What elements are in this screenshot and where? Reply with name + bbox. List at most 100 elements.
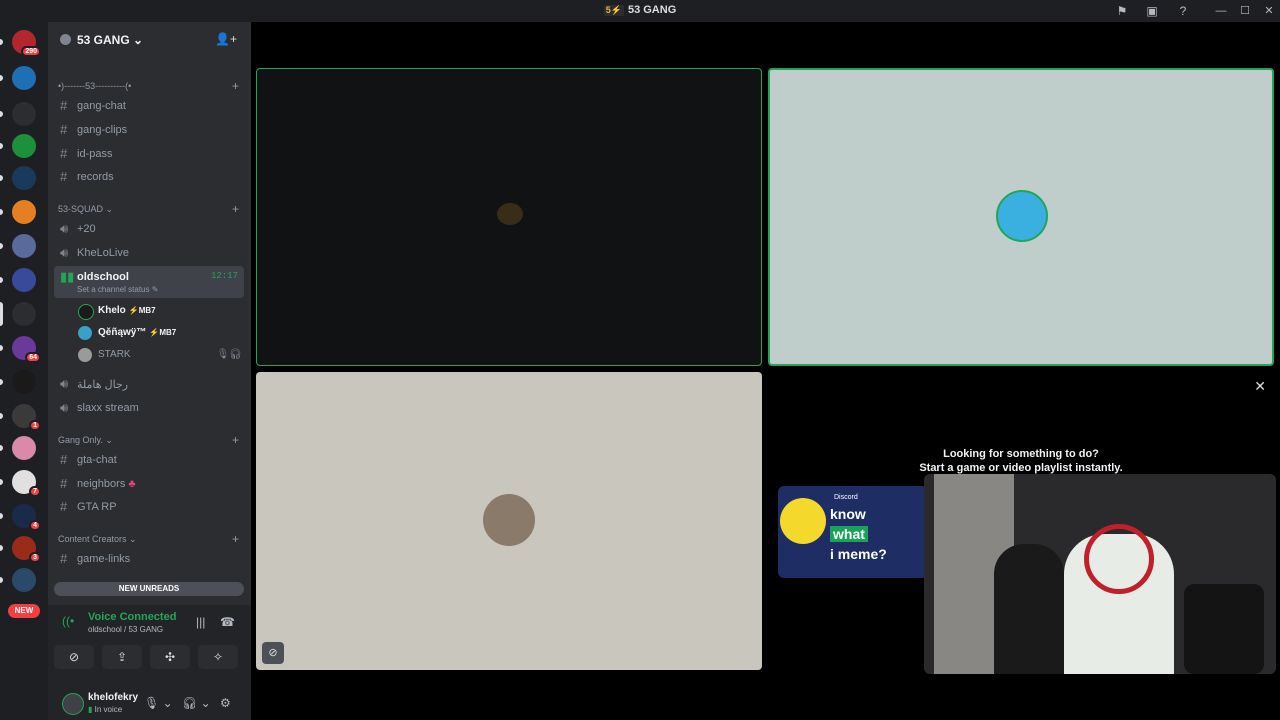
avatar[interactable]: [62, 693, 84, 715]
inbox-icon[interactable]: ▣: [1144, 3, 1160, 19]
channel-plus20[interactable]: 🔊︎ +20: [54, 218, 244, 240]
hash-icon: #: [60, 169, 68, 184]
unread-badge: 290: [21, 46, 41, 57]
close-icon[interactable]: ✕: [1254, 378, 1266, 395]
channel-rigal[interactable]: 🔊︎ رجال هاملة: [54, 373, 244, 395]
server-icon[interactable]: 3: [12, 536, 41, 563]
server-icon[interactable]: 64: [12, 336, 41, 363]
gear-icon[interactable]: ⚙: [220, 696, 231, 710]
channel-gang-chat[interactable]: # gang-chat: [54, 95, 244, 117]
voice-user[interactable]: STARK 🎙︎🎧︎: [78, 346, 248, 366]
channel-slaxx-stream[interactable]: 🔊︎ slaxx stream: [54, 397, 244, 419]
channel-game-links[interactable]: # game-links: [54, 548, 244, 570]
server-header[interactable]: 53 GANG ⌄ 👤+: [48, 22, 251, 58]
channel-gta-rp[interactable]: # GTA RP: [54, 496, 244, 518]
server-icon[interactable]: [12, 166, 36, 190]
new-pill[interactable]: NEW: [8, 604, 40, 618]
unread-indicator: [0, 379, 3, 385]
voice-user-name: Qěñąwÿ™ ⚡MB7: [98, 327, 177, 338]
soundboard-button[interactable]: ✧: [198, 645, 238, 669]
flag-icon[interactable]: ⚑: [1114, 3, 1130, 19]
help-icon[interactable]: ?: [1175, 3, 1191, 19]
unread-indicator: [0, 111, 3, 117]
video-tile[interactable]: ⊘: [256, 372, 762, 670]
server-icon[interactable]: 7: [12, 470, 41, 497]
video-tile[interactable]: [768, 68, 1274, 366]
server-icon[interactable]: [12, 200, 36, 224]
channel-sidebar: 53 GANG ⌄ 👤+ •)-------53----------(• + #…: [48, 22, 251, 720]
user-status: ▮ In voice: [88, 705, 123, 714]
headset-icon: [1084, 524, 1154, 594]
unread-indicator: [0, 143, 3, 149]
unread-indicator: [0, 413, 3, 419]
game-card[interactable]: Discord know what i meme?: [778, 486, 928, 578]
screen-share-button[interactable]: ⇪: [102, 645, 142, 669]
person-figure: [994, 544, 1064, 674]
channel-oldschool[interactable]: ▮▮ oldschool Set a channel status ✎ 12:1…: [54, 266, 244, 298]
microphone-icon[interactable]: 🎙︎ ⌄: [144, 696, 173, 710]
channel-gang-clips[interactable]: # gang-clips: [54, 119, 244, 141]
unread-indicator: [0, 479, 3, 485]
channel-khelolive[interactable]: 🔊︎ KheLoLive: [54, 242, 244, 264]
invite-icon[interactable]: 👤+: [215, 32, 237, 46]
server-name[interactable]: 53 GANG ⌄: [77, 33, 143, 47]
hash-icon: #: [60, 499, 68, 514]
minimize-button[interactable]: —: [1213, 3, 1229, 19]
add-channel-icon[interactable]: +: [232, 532, 239, 546]
server-icon[interactable]: [12, 568, 36, 592]
voice-user[interactable]: Khelo ⚡MB7: [78, 302, 248, 322]
unread-indicator: [0, 577, 3, 583]
activity-button[interactable]: ✣: [150, 645, 190, 669]
server-icon[interactable]: 1: [12, 404, 41, 431]
channel-gta-chat[interactable]: # gta-chat: [54, 449, 244, 471]
server-icon[interactable]: [12, 302, 36, 326]
voice-user-name: Khelo ⚡MB7: [98, 305, 156, 316]
unread-badge: 1: [29, 420, 41, 431]
channel-neighbors[interactable]: # neighbors ♣: [54, 473, 244, 495]
new-unreads-banner[interactable]: NEW UNREADS: [54, 582, 244, 596]
discord-brand: Discord: [834, 494, 858, 501]
server-icon[interactable]: 4: [12, 504, 41, 531]
signal-icon[interactable]: ((•: [62, 614, 74, 628]
server-icon[interactable]: 290: [12, 30, 41, 57]
unread-indicator: [0, 277, 3, 283]
activity-subtitle: Start a game or video playlist instantly…: [919, 462, 1123, 474]
server-icon[interactable]: [12, 234, 36, 258]
server-icon[interactable]: [12, 436, 36, 460]
category-header[interactable]: Content Creators ⌄: [58, 534, 137, 545]
server-icon[interactable]: [12, 268, 36, 292]
channel-records[interactable]: # records: [54, 166, 244, 188]
game-title-word: i meme?: [830, 546, 887, 562]
unread-badge: 7: [29, 486, 41, 497]
server-logo-icon: [60, 34, 71, 45]
add-channel-icon[interactable]: +: [232, 202, 239, 216]
headphones-icon[interactable]: 🎧︎ ⌄: [182, 696, 211, 710]
unread-indicator: [0, 39, 3, 45]
voice-location[interactable]: oldschool / 53 GANG: [88, 625, 163, 634]
mute-icon[interactable]: ⊘: [262, 642, 284, 664]
voice-user[interactable]: Qěñąwÿ™ ⚡MB7: [78, 324, 248, 344]
add-channel-icon[interactable]: +: [232, 433, 239, 447]
server-icon[interactable]: [12, 370, 36, 394]
deafen-icon: 🎙︎🎧︎: [216, 349, 242, 360]
avatar: [483, 494, 535, 546]
channel-status[interactable]: Set a channel status ✎: [77, 285, 158, 294]
voice-status[interactable]: Voice Connected: [88, 611, 176, 623]
category-header[interactable]: Gang Only. ⌄: [58, 435, 113, 446]
unread-indicator: [0, 545, 3, 551]
add-channel-icon[interactable]: +: [232, 79, 239, 93]
camera-off-button[interactable]: ⊘: [54, 645, 94, 669]
channel-id-pass[interactable]: # id-pass: [54, 143, 244, 165]
maximize-button[interactable]: ☐: [1237, 3, 1253, 19]
server-icon[interactable]: [12, 102, 36, 126]
category-header[interactable]: •)-------53----------(•: [58, 81, 131, 91]
user-name[interactable]: khelofekry: [88, 692, 138, 703]
server-icon[interactable]: [12, 134, 36, 158]
noise-suppression-icon[interactable]: |||: [196, 615, 205, 629]
close-window-button[interactable]: ✕: [1261, 3, 1277, 19]
user-panel: khelofekry ▮ In voice 🎙︎ ⌄ 🎧︎ ⌄ ⚙: [48, 687, 251, 720]
disconnect-icon[interactable]: ☎: [220, 615, 235, 629]
category-header[interactable]: 53-SQUAD ⌄: [58, 204, 113, 215]
server-icon[interactable]: [12, 66, 36, 90]
video-tile[interactable]: [256, 68, 762, 366]
